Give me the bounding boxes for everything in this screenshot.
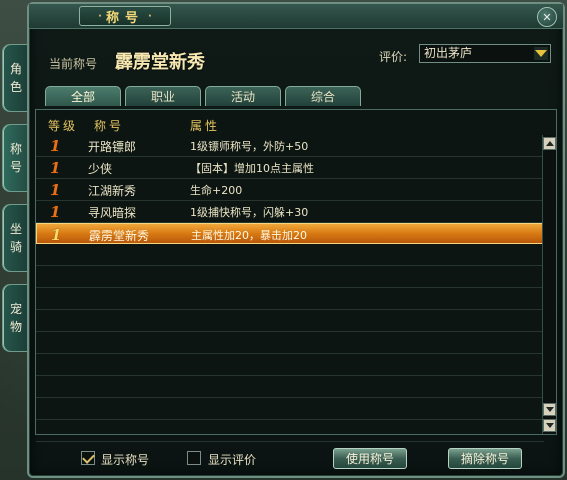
- chevron-down-icon[interactable]: [534, 47, 548, 60]
- current-title: 霹雳堂新秀: [115, 52, 205, 73]
- tab-label: 职业: [150, 90, 175, 104]
- remove-title-button[interactable]: 摘除称号: [448, 448, 522, 469]
- side-tab-label: 角色: [9, 62, 22, 94]
- tab-general[interactable]: 综合: [285, 86, 361, 106]
- table-row[interactable]: 1 少侠 【固本】增加10点主属性: [36, 157, 544, 179]
- window-title-plate: · 称号 ·: [79, 6, 171, 26]
- table-row-empty: [36, 266, 544, 288]
- table-row-selected[interactable]: 1 霹雳堂新秀 主属性加20，暴击加20: [36, 223, 544, 244]
- rating-dropdown[interactable]: 初出茅庐: [419, 44, 551, 63]
- scroll-down-icon[interactable]: [543, 403, 556, 416]
- title-attribute: 【固本】增加10点主属性: [190, 162, 314, 175]
- title-attribute: 生命+200: [190, 184, 243, 197]
- scroll-up-icon[interactable]: [543, 137, 556, 150]
- close-icon: ✕: [542, 10, 552, 24]
- title-attribute: 1级捕快称号，闪躲+30: [190, 206, 309, 219]
- button-label: 使用称号: [345, 452, 394, 466]
- side-tab-label: 宠物: [9, 302, 22, 334]
- show-title-checkbox[interactable]: [81, 451, 95, 465]
- current-title-label: 当前称号: [49, 57, 98, 71]
- title-name: 江湖新秀: [88, 184, 137, 198]
- table-row[interactable]: 1 江湖新秀 生命+200: [36, 179, 544, 201]
- close-button[interactable]: ✕: [537, 7, 557, 27]
- dot-icon: ·: [98, 10, 102, 22]
- level-value: 1: [51, 226, 62, 244]
- title-name: 开路镖郎: [88, 140, 137, 154]
- scroll-bottom-icon[interactable]: [543, 419, 556, 432]
- column-header-attr: 属性: [190, 119, 221, 133]
- column-header-name: 称号: [94, 119, 125, 133]
- tab-label: 综合: [310, 90, 335, 104]
- title-list: 等级 称号 属性 1 开路镖郎 1级镖师称号，外防+50 1 少侠 【固本】增加…: [35, 109, 557, 442]
- title-rows: 1 开路镖郎 1级镖师称号，外防+50 1 少侠 【固本】增加10点主属性 1 …: [36, 135, 544, 442]
- title-bar[interactable]: · 称号 · ✕: [29, 4, 563, 29]
- level-value: 1: [50, 181, 61, 199]
- tab-label: 全部: [70, 90, 95, 104]
- level-value: 1: [50, 137, 61, 155]
- table-row-empty: [36, 310, 544, 332]
- tab-profession[interactable]: 职业: [125, 86, 201, 106]
- side-tab-mount[interactable]: 坐骑: [2, 204, 29, 272]
- title-name: 寻风暗探: [88, 206, 137, 220]
- rating-label: 评价:: [379, 50, 408, 64]
- side-tab-label: 称号: [9, 142, 22, 174]
- titles-window: · 称号 · ✕ 当前称号 霹雳堂新秀 评价: 初出茅庐 全部 职业 活动 综合…: [27, 2, 565, 478]
- scrollbar[interactable]: [542, 135, 556, 434]
- table-row-empty: [36, 376, 544, 398]
- table-row-empty: [36, 288, 544, 310]
- tab-label: 活动: [230, 90, 255, 104]
- side-tab-pet[interactable]: 宠物: [2, 284, 29, 352]
- title-attribute: 1级镖师称号，外防+50: [190, 140, 309, 153]
- level-value: 1: [50, 159, 61, 177]
- table-row-empty: [36, 420, 544, 442]
- show-title-label: 显示称号: [101, 453, 150, 467]
- button-label: 摘除称号: [460, 452, 509, 466]
- dot-icon: ·: [148, 10, 152, 22]
- category-tabs: 全部 职业 活动 综合: [45, 86, 365, 106]
- show-rating-label: 显示评价: [208, 453, 257, 467]
- table-row[interactable]: 1 寻风暗探 1级捕快称号，闪躲+30: [36, 201, 544, 223]
- title-name: 霹雳堂新秀: [89, 229, 150, 243]
- bottom-bar: 显示称号 显示评价 使用称号 摘除称号: [35, 442, 557, 474]
- table-row-empty: [36, 244, 544, 266]
- level-value: 1: [50, 203, 61, 221]
- table-row-empty: [36, 354, 544, 376]
- window-title: 称号: [105, 10, 144, 26]
- side-tab-character[interactable]: 角色: [2, 44, 29, 112]
- show-rating-checkbox[interactable]: [187, 451, 201, 465]
- use-title-button[interactable]: 使用称号: [333, 448, 407, 469]
- title-name: 少侠: [88, 162, 113, 176]
- title-attribute: 主属性加20，暴击加20: [191, 229, 307, 242]
- table-row[interactable]: 1 开路镖郎 1级镖师称号，外防+50: [36, 135, 544, 157]
- rating-value: 初出茅庐: [424, 46, 473, 60]
- column-header-level: 等级: [48, 119, 79, 133]
- side-tab-label: 坐骑: [9, 222, 22, 254]
- tab-activity[interactable]: 活动: [205, 86, 281, 106]
- table-row-empty: [36, 332, 544, 354]
- tab-all[interactable]: 全部: [45, 86, 121, 106]
- table-row-empty: [36, 398, 544, 420]
- side-tab-titles[interactable]: 称号: [2, 124, 29, 192]
